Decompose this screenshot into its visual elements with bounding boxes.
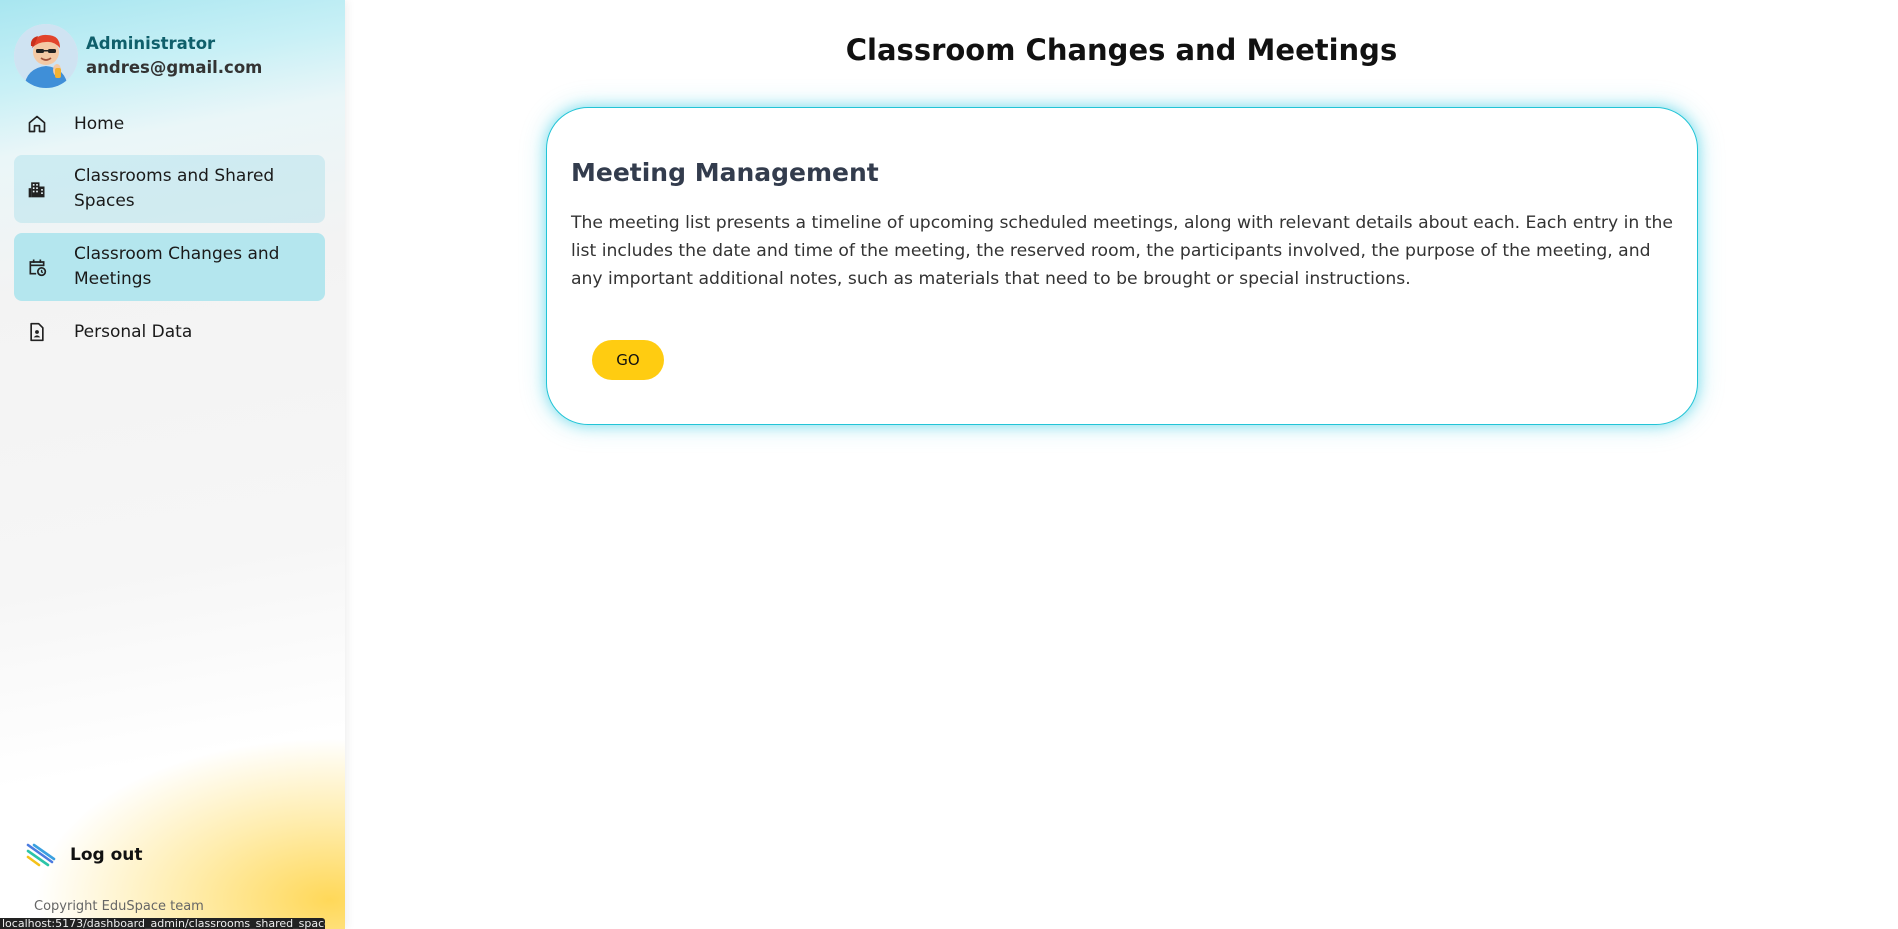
sidebar-item-personal-data[interactable]: Personal Data [14, 311, 325, 353]
person-file-icon [26, 321, 48, 343]
user-role: Administrator [86, 34, 216, 53]
go-button[interactable]: GO [592, 340, 664, 380]
link-status-bar: localhost:5173/dashboard_admin/classroom… [0, 918, 325, 929]
sidebar-item-home[interactable]: Home [14, 103, 325, 145]
calendar-clock-icon [26, 256, 48, 278]
page-title: Classroom Changes and Meetings [845, 33, 1398, 67]
sidebar-item-meetings[interactable]: Classroom Changes and Meetings [14, 233, 325, 301]
logout-button[interactable]: Log out [26, 842, 143, 868]
sidebar: Administrator andres@gmail.com Home Clas… [0, 0, 345, 929]
sidebar-item-label: Classroom Changes and Meetings [74, 244, 280, 289]
sidebar-nav: Home Classrooms and Shared Spaces Classr… [14, 103, 325, 363]
sidebar-item-classrooms[interactable]: Classrooms and Shared Spaces [14, 155, 325, 223]
meeting-management-card: Meeting Management The meeting list pres… [546, 107, 1698, 425]
card-description: The meeting list presents a timeline of … [571, 213, 1673, 289]
user-email: andres@gmail.com [86, 58, 263, 77]
avatar[interactable] [14, 24, 78, 88]
sidebar-item-label: Classrooms and Shared Spaces [74, 166, 275, 211]
logout-label: Log out [70, 845, 143, 865]
sidebar-item-label: Home [74, 113, 125, 134]
user-profile: Administrator andres@gmail.com [14, 24, 262, 88]
logout-icon [26, 842, 56, 868]
sidebar-item-label: Personal Data [74, 321, 193, 342]
home-icon [26, 113, 48, 135]
card-title: Meeting Management [571, 158, 879, 187]
copyright-text: Copyright EduSpace team [34, 899, 204, 914]
building-icon [26, 178, 48, 200]
